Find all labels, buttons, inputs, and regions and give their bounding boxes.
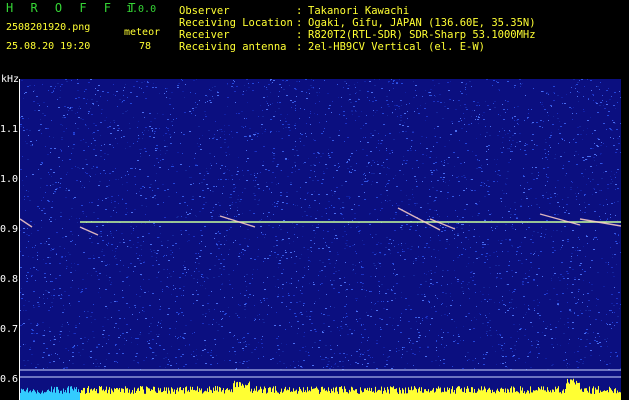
meta-value-observer: Takanori Kawachi bbox=[308, 5, 410, 17]
meta-sep: : bbox=[296, 5, 303, 17]
meteor-echo bbox=[539, 213, 581, 226]
y-tick: 0.7 bbox=[0, 324, 19, 335]
spectrogram-canvas bbox=[20, 79, 621, 400]
y-tick: 1.0 bbox=[0, 174, 19, 185]
meteor-count: 78 bbox=[139, 41, 152, 52]
y-tick: 0.8 bbox=[0, 274, 19, 285]
file-name: 2508201920.png bbox=[6, 22, 91, 33]
meta-key-antenna: Receiving antenna bbox=[179, 41, 287, 53]
meta-key-location: Receiving Location bbox=[179, 17, 293, 29]
axis-unit: kHz bbox=[1, 74, 20, 85]
y-tick: 0.6 bbox=[0, 374, 19, 385]
meta-key-receiver: Receiver bbox=[179, 29, 230, 41]
timestamp: 25.08.20 19:20 bbox=[6, 41, 91, 52]
y-tick: 0.9 bbox=[0, 224, 19, 235]
app-title: H R O F F T bbox=[6, 1, 141, 15]
count-label: meteor bbox=[124, 27, 161, 38]
app-version: 1.0.0 bbox=[126, 4, 157, 15]
meta-value-antenna: 2el-HB9CV Vertical (el. E-W) bbox=[308, 41, 486, 53]
meta-value-receiver: R820T2(RTL-SDR) SDR-Sharp 53.1000MHz bbox=[308, 29, 536, 41]
meta-value-location: Ogaki, Gifu, JAPAN (136.60E, 35.35N) bbox=[308, 17, 536, 29]
meteor-echo bbox=[20, 218, 33, 228]
meta-key-observer: Observer bbox=[179, 5, 230, 17]
spectrogram[interactable] bbox=[19, 79, 621, 400]
signal-histogram bbox=[20, 378, 621, 400]
meta-sep: : bbox=[296, 29, 303, 41]
meteor-echo bbox=[397, 207, 441, 231]
meta-sep: : bbox=[296, 17, 303, 29]
y-tick: 1.1 bbox=[0, 124, 19, 135]
meta-sep: : bbox=[296, 41, 303, 53]
noise-layer bbox=[20, 79, 621, 370]
